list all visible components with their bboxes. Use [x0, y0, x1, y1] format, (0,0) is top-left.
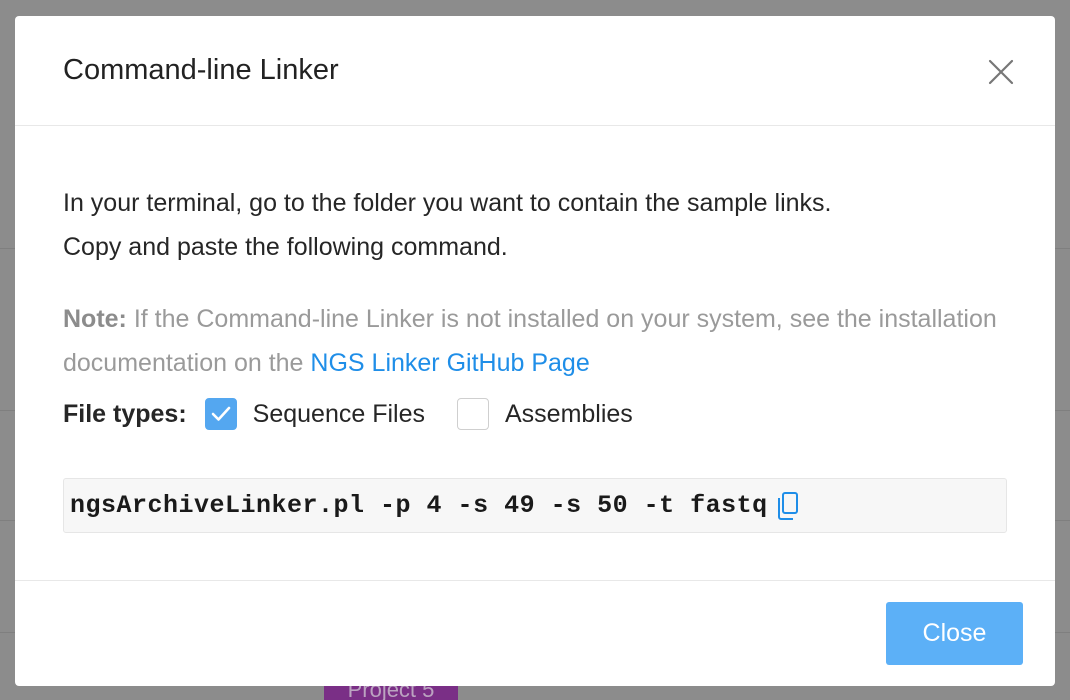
- copy-icon[interactable]: [776, 491, 800, 521]
- command-box: ngsArchiveLinker.pl -p 4 -s 49 -s 50 -t …: [63, 478, 1007, 533]
- assemblies-label[interactable]: Assemblies: [505, 400, 633, 429]
- note-label: Note:: [63, 305, 127, 333]
- install-note: Note: If the Command-line Linker is not …: [63, 297, 1007, 385]
- command-text: ngsArchiveLinker.pl -p 4 -s 49 -s 50 -t …: [70, 491, 768, 520]
- assemblies-checkbox[interactable]: [456, 398, 489, 430]
- close-button[interactable]: Close: [886, 602, 1023, 665]
- command-line-linker-dialog: Command-line Linker In your terminal, go…: [15, 16, 1055, 686]
- check-icon: [211, 406, 230, 421]
- sequence-files-label[interactable]: Sequence Files: [253, 400, 425, 429]
- sequence-files-checkbox[interactable]: [204, 398, 237, 430]
- footer-divider: [15, 580, 1055, 581]
- instructions-line-1: In your terminal, go to the folder you w…: [63, 189, 832, 217]
- modal-header: Command-line Linker: [15, 16, 1055, 126]
- file-types-label: File types:: [63, 399, 187, 428]
- close-icon[interactable]: [985, 56, 1017, 88]
- modal-title: Command-line Linker: [63, 54, 339, 86]
- file-types-row: File types: Sequence Files Assemblies: [63, 394, 1007, 434]
- modal-body: In your terminal, go to the folder you w…: [63, 126, 1007, 533]
- github-page-link[interactable]: NGS Linker GitHub Page: [310, 349, 589, 377]
- instructions-line-2: Copy and paste the following command.: [63, 233, 508, 261]
- instructions: In your terminal, go to the folder you w…: [63, 181, 1007, 269]
